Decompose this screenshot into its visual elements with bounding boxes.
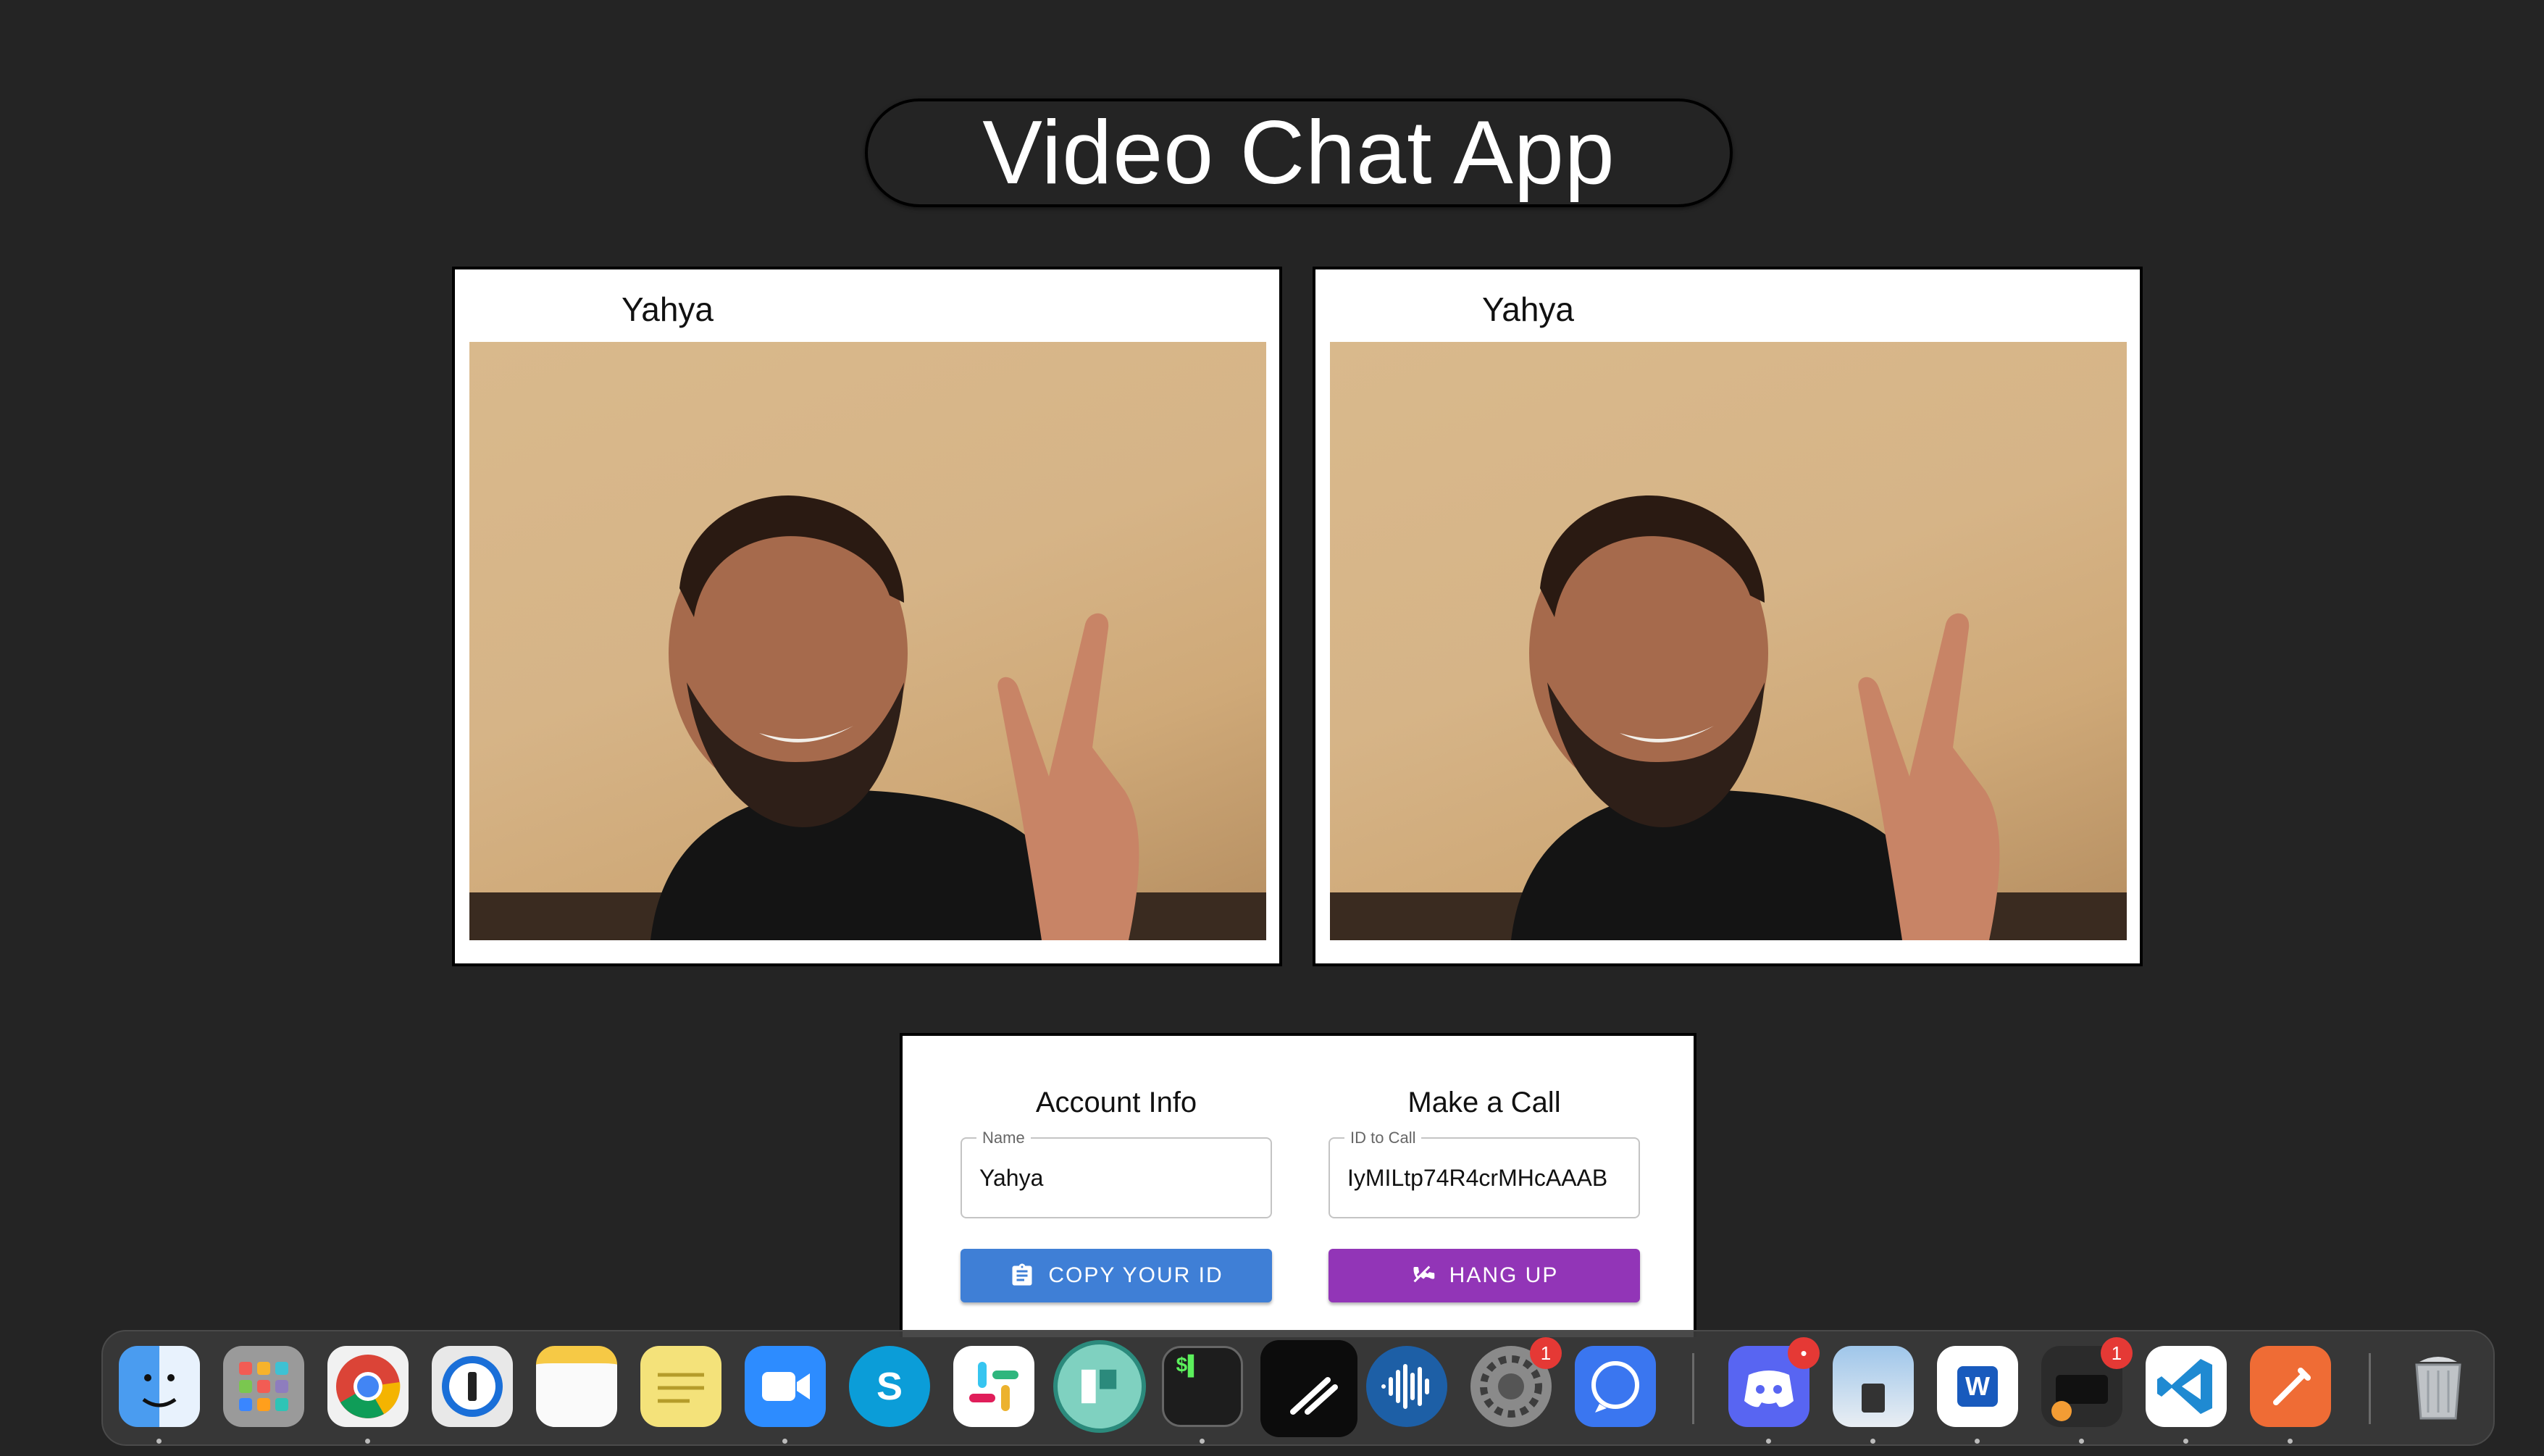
- printer-icon[interactable]: 1: [2041, 1337, 2133, 1427]
- id-to-call-field[interactable]: ID to Call: [1329, 1129, 1640, 1218]
- skype-icon[interactable]: S: [849, 1346, 930, 1427]
- zoom-running-indicator: [782, 1439, 787, 1444]
- name-field-label: Name: [976, 1129, 1031, 1147]
- postman-running-indicator: [2288, 1439, 2293, 1444]
- teal-app-icon[interactable]: [1053, 1340, 1146, 1433]
- discord-icon[interactable]: •: [1728, 1337, 1820, 1427]
- name-input[interactable]: [979, 1160, 1262, 1195]
- clipboard-icon: [1012, 1263, 1032, 1286]
- zoom-icon[interactable]: [745, 1346, 826, 1427]
- signal-icon[interactable]: [1575, 1346, 1656, 1427]
- dock-separator: [1692, 1353, 1694, 1424]
- hang-up-button[interactable]: HANG UP: [1329, 1249, 1640, 1302]
- controls-panel: Account Info Name COPY YOUR ID Make a Ca…: [900, 1033, 1696, 1337]
- chrome-icon[interactable]: [327, 1346, 409, 1427]
- postman-icon[interactable]: [2250, 1346, 2331, 1427]
- hang-up-label: HANG UP: [1449, 1263, 1559, 1287]
- remote-video-stream: [1330, 342, 2127, 940]
- vscode-running-indicator: [2183, 1439, 2188, 1444]
- name-field[interactable]: Name: [961, 1129, 1272, 1218]
- remote-video-name: Yahya: [1482, 290, 1575, 328]
- 1password-icon[interactable]: [432, 1346, 513, 1427]
- printer-badge: 1: [2101, 1337, 2133, 1369]
- preview-icon[interactable]: [1833, 1346, 1914, 1427]
- app-title: Video Chat App: [865, 99, 1733, 207]
- audio-wave-icon[interactable]: [1366, 1346, 1447, 1427]
- stickies-icon[interactable]: [640, 1346, 721, 1427]
- local-video-card: Yahya: [452, 267, 1282, 966]
- notes-icon[interactable]: [536, 1346, 617, 1427]
- phone-disabled-icon: [1413, 1265, 1434, 1283]
- word-running-indicator: [1975, 1439, 1980, 1444]
- terminal-icon[interactable]: $▌: [1162, 1346, 1243, 1427]
- macos-dock: S $▌ 1 • W 1: [101, 1330, 2495, 1446]
- printer-running-indicator: [2079, 1439, 2084, 1444]
- trash-icon[interactable]: [2398, 1346, 2479, 1427]
- launchpad-icon[interactable]: [223, 1346, 304, 1427]
- preview-running-indicator: [1870, 1439, 1875, 1444]
- remote-video-card: Yahya: [1313, 267, 2143, 966]
- linear-icon[interactable]: [1260, 1340, 1357, 1437]
- vscode-icon[interactable]: [2146, 1346, 2227, 1427]
- local-video-name: Yahya: [622, 290, 714, 328]
- id-to-call-input[interactable]: [1347, 1160, 1630, 1195]
- chrome-running-indicator: [365, 1439, 370, 1444]
- discord-running-indicator: [1766, 1439, 1771, 1444]
- finder-running-indicator: [156, 1439, 162, 1444]
- copy-id-label: COPY YOUR ID: [1048, 1263, 1223, 1287]
- finder-icon[interactable]: [119, 1346, 200, 1427]
- copy-id-button[interactable]: COPY YOUR ID: [961, 1249, 1272, 1302]
- word-icon[interactable]: W: [1937, 1346, 2018, 1427]
- terminal-running-indicator: [1200, 1439, 1205, 1444]
- dock-separator: [2369, 1353, 2371, 1424]
- account-info-section: Account Info Name COPY YOUR ID: [961, 1087, 1272, 1302]
- system-preferences-badge: 1: [1530, 1337, 1562, 1369]
- id-to-call-label: ID to Call: [1344, 1129, 1422, 1147]
- make-call-section: Make a Call ID to Call HANG UP: [1329, 1087, 1640, 1302]
- account-info-title: Account Info: [1035, 1087, 1197, 1118]
- discord-badge: •: [1788, 1337, 1820, 1369]
- local-video-stream: [469, 342, 1266, 940]
- make-call-title: Make a Call: [1407, 1087, 1561, 1118]
- slack-icon[interactable]: [953, 1346, 1034, 1427]
- system-preferences-icon[interactable]: 1: [1470, 1337, 1562, 1427]
